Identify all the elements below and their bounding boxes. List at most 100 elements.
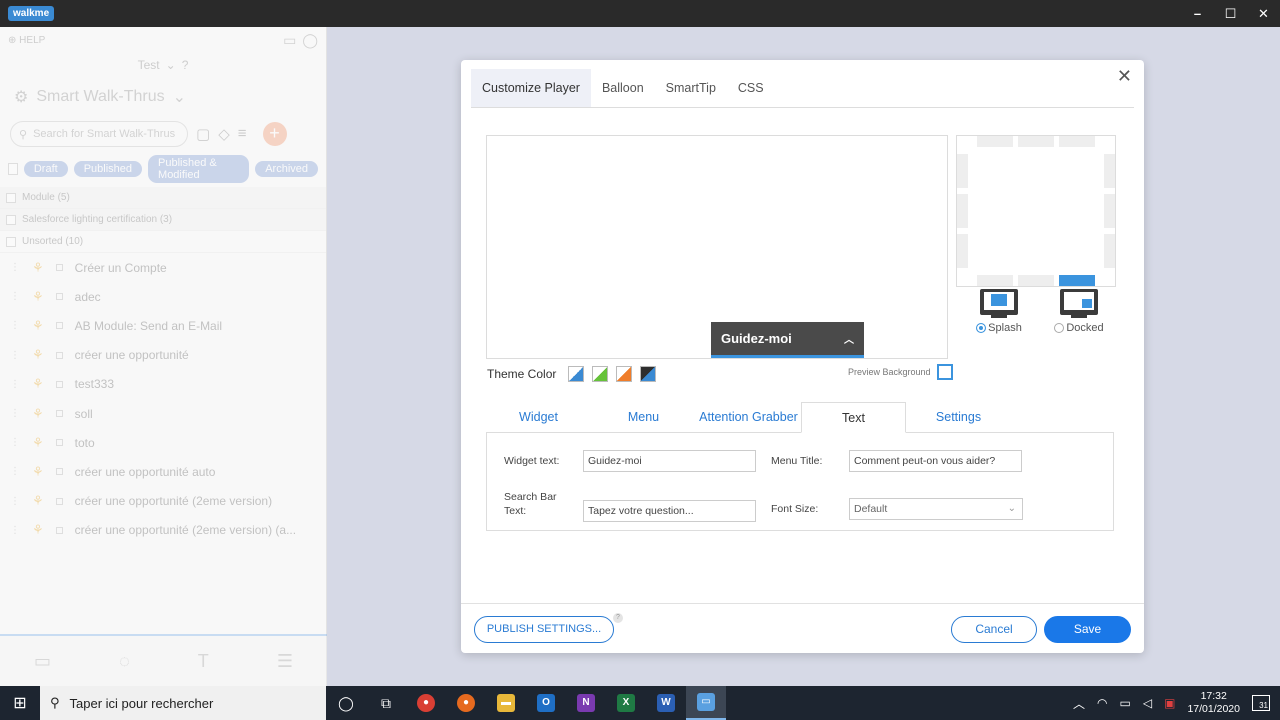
environment-selector[interactable]: Test ⌄ ?: [0, 53, 326, 77]
position-cell[interactable]: [957, 154, 968, 188]
theme-swatch-blue[interactable]: [568, 366, 585, 382]
windows-start-icon[interactable]: ⊞: [0, 693, 40, 713]
group-row[interactable]: Salesforce lighting certification (3): [0, 209, 326, 231]
select-all-checkbox[interactable]: [8, 163, 18, 175]
windows-taskbar: ⊞ ⚲ Taper ici pour rechercher ◯ ⧉ ● ● ▬ …: [0, 686, 1280, 720]
tag-icon[interactable]: ◇: [218, 125, 230, 143]
docked-radio[interactable]: [1054, 323, 1065, 333]
flow-icon: ⚘: [32, 405, 44, 421]
font-size-select[interactable]: Default ⌄: [849, 498, 1023, 520]
chrome-icon[interactable]: ●: [406, 686, 446, 720]
theme-swatch-dark[interactable]: [640, 366, 657, 382]
filter-archived[interactable]: Archived: [255, 161, 318, 177]
user-icon[interactable]: ◯: [302, 32, 318, 49]
onenote-icon[interactable]: N: [566, 686, 606, 720]
excel-icon[interactable]: X: [606, 686, 646, 720]
list-item[interactable]: ⋮ ⚘ créer une opportunité (2eme version): [0, 487, 326, 516]
list-item[interactable]: ⋮ ⚘ toto: [0, 428, 326, 457]
widget-position-picker: [956, 135, 1116, 287]
toolbar-icon[interactable]: ☰: [277, 651, 293, 672]
position-cell[interactable]: [977, 136, 1013, 147]
monitor-icon[interactable]: ▭: [283, 32, 296, 49]
theme-swatch-orange[interactable]: [616, 366, 633, 382]
position-cell[interactable]: [957, 234, 968, 268]
toolbar-icon[interactable]: T: [198, 651, 209, 672]
panel-bottom-toolbar: ▭ ◌ T ☰: [0, 634, 327, 686]
list-item[interactable]: ⋮ ⚘ AB Module: Send an E-Mail: [0, 311, 326, 340]
tab-smarttip[interactable]: SmartTip: [655, 69, 727, 107]
position-cell[interactable]: [1018, 136, 1054, 147]
widget-text-input[interactable]: Guidez-moi: [583, 450, 756, 472]
position-cell[interactable]: [1104, 154, 1115, 188]
tab-css[interactable]: CSS: [727, 69, 775, 107]
volume-icon[interactable]: ◁: [1143, 696, 1152, 710]
filter-draft[interactable]: Draft: [23, 161, 68, 177]
minimize-button[interactable]: –: [1181, 6, 1214, 21]
content-type-selector[interactable]: ⚙ Smart Walk-Thrus ⌄: [0, 77, 326, 117]
widget-preview[interactable]: Guidez-moi ︿: [711, 322, 864, 358]
list-item[interactable]: ⋮ ⚘ Créer un Compte: [0, 253, 326, 282]
antivirus-icon[interactable]: ▣: [1164, 696, 1175, 710]
search-bar-text-input[interactable]: Tapez votre question...: [583, 500, 756, 522]
notifications-icon[interactable]: 31: [1252, 695, 1270, 711]
walkme-editor-icon[interactable]: ▭: [686, 686, 726, 720]
folder-icon[interactable]: ▢: [196, 125, 210, 143]
theme-swatch-green[interactable]: [592, 366, 609, 382]
group-row[interactable]: Unsorted (10): [0, 231, 326, 253]
text-settings-panel: Widget text: Guidez-moi Menu Title: Comm…: [486, 432, 1114, 531]
filter-icon[interactable]: ≡: [238, 125, 247, 143]
list-item[interactable]: ⋮ ⚘ test333: [0, 370, 326, 399]
list-item[interactable]: ⋮ ⚘ créer une opportunité: [0, 341, 326, 370]
tab-text[interactable]: Text: [801, 402, 906, 433]
help-icon[interactable]: ?: [613, 613, 623, 623]
task-view-icon[interactable]: ⧉: [366, 686, 406, 720]
close-window-button[interactable]: ✕: [1247, 6, 1280, 22]
word-icon[interactable]: W: [646, 686, 686, 720]
position-cell-selected[interactable]: [1059, 275, 1095, 286]
tab-customize-player[interactable]: Customize Player: [471, 69, 591, 107]
chevron-up-icon[interactable]: ︿: [1073, 695, 1085, 712]
add-item-button[interactable]: +: [262, 122, 287, 146]
position-cell[interactable]: [1104, 194, 1115, 228]
list-item[interactable]: ⋮ ⚘ soll: [0, 399, 326, 428]
list-item[interactable]: ⋮ ⚘ créer une opportunité (2eme version) (…: [0, 516, 326, 545]
file-explorer-icon[interactable]: ▬: [486, 686, 526, 720]
filter-published[interactable]: Published: [73, 161, 143, 177]
battery-icon[interactable]: ▭: [1120, 696, 1131, 710]
position-cell[interactable]: [957, 194, 968, 228]
flow-icon: ⚘: [32, 463, 44, 479]
publish-settings-button[interactable]: PUBLISH SETTINGS...: [474, 616, 614, 643]
save-button[interactable]: Save: [1044, 616, 1131, 643]
cortana-icon[interactable]: ◯: [326, 686, 366, 720]
tab-settings[interactable]: Settings: [906, 402, 1011, 433]
firefox-icon[interactable]: ●: [446, 686, 486, 720]
preview-background-checkbox[interactable]: [936, 364, 953, 380]
splash-mode-option[interactable]: Splash: [969, 289, 1029, 334]
toolbar-icon[interactable]: ▭: [34, 651, 51, 672]
search-input[interactable]: ⚲ Search for Smart Walk-Thrus: [10, 121, 188, 147]
maximize-button[interactable]: ☐: [1214, 6, 1247, 22]
taskbar-search-input[interactable]: ⚲ Taper ici pour rechercher: [40, 686, 326, 720]
splash-radio[interactable]: [976, 323, 987, 333]
help-link[interactable]: ⊕ HELP: [8, 35, 45, 46]
tab-menu[interactable]: Menu: [591, 402, 696, 433]
clock[interactable]: 17:32 17/01/2020: [1187, 690, 1240, 716]
position-cell[interactable]: [1018, 275, 1054, 286]
list-item[interactable]: ⋮ ⚘ créer une opportunité auto: [0, 457, 326, 486]
group-row[interactable]: Module (5): [0, 187, 326, 209]
toolbar-icon[interactable]: ◌: [119, 651, 130, 672]
position-cell[interactable]: [977, 275, 1013, 286]
list-item[interactable]: ⋮ ⚘ adec: [0, 282, 326, 311]
tab-attention-grabber[interactable]: Attention Grabber: [696, 402, 801, 433]
tab-balloon[interactable]: Balloon: [591, 69, 655, 107]
filter-published-modified[interactable]: Published & Modified: [148, 155, 250, 183]
position-cell[interactable]: [1104, 234, 1115, 268]
wifi-icon[interactable]: ◠: [1097, 696, 1107, 710]
menu-title-input[interactable]: Comment peut-on vous aider?: [849, 450, 1022, 472]
close-icon[interactable]: ✕: [1117, 66, 1132, 87]
position-cell[interactable]: [1059, 136, 1095, 147]
tab-widget[interactable]: Widget: [486, 402, 591, 433]
cancel-button[interactable]: Cancel: [951, 616, 1037, 643]
docked-mode-option[interactable]: Docked: [1049, 289, 1109, 334]
outlook-icon[interactable]: O: [526, 686, 566, 720]
